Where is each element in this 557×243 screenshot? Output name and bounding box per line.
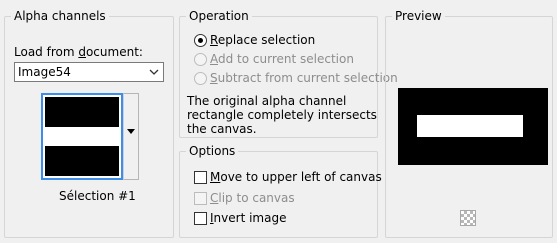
preview-selection-band xyxy=(417,115,523,137)
document-dropdown[interactable]: Image54 xyxy=(14,62,164,82)
subtract-from-selection-label[interactable]: Subtract from current selection xyxy=(210,70,398,86)
replace-selection-label[interactable]: Replace selection xyxy=(210,32,315,48)
document-dropdown-value: Image54 xyxy=(18,65,71,79)
selection-name-label: Sélection #1 xyxy=(59,189,136,203)
alpha-channel-thumbnail[interactable] xyxy=(41,93,123,180)
clip-to-canvas-label[interactable]: Clip to canvas xyxy=(210,190,295,206)
load-alpha-channel-dialog: Alpha channels Load from document: Image… xyxy=(0,0,557,243)
operation-title: Operation xyxy=(186,8,252,24)
checkerboard-icon[interactable] xyxy=(460,210,476,226)
add-to-selection-radio[interactable] xyxy=(194,53,207,66)
thumbnail-mask-white-band xyxy=(45,127,119,146)
thumbnail-mask-black xyxy=(45,97,119,176)
replace-selection-radio[interactable] xyxy=(194,34,207,47)
clip-to-canvas-checkbox[interactable] xyxy=(194,192,207,205)
move-to-upper-left-checkbox[interactable] xyxy=(194,171,207,184)
chevron-down-icon xyxy=(149,69,159,75)
thumbnail-dropdown-button[interactable] xyxy=(123,93,139,180)
load-from-document-label: Load from document: xyxy=(14,45,143,59)
add-to-selection-label[interactable]: Add to current selection xyxy=(210,51,354,67)
operation-description: The original alpha channel rectangle com… xyxy=(187,94,377,136)
invert-image-label[interactable]: Invert image xyxy=(210,210,286,226)
caret-down-icon xyxy=(127,129,135,134)
options-title: Options xyxy=(186,143,239,159)
invert-image-checkbox[interactable] xyxy=(194,212,207,225)
move-to-upper-left-label[interactable]: Move to upper left of canvas xyxy=(210,169,382,185)
alpha-channels-title: Alpha channels xyxy=(11,8,109,24)
radio-selected-dot xyxy=(198,38,203,43)
preview-title: Preview xyxy=(392,8,445,24)
subtract-from-selection-radio[interactable] xyxy=(194,72,207,85)
preview-canvas xyxy=(398,88,548,165)
